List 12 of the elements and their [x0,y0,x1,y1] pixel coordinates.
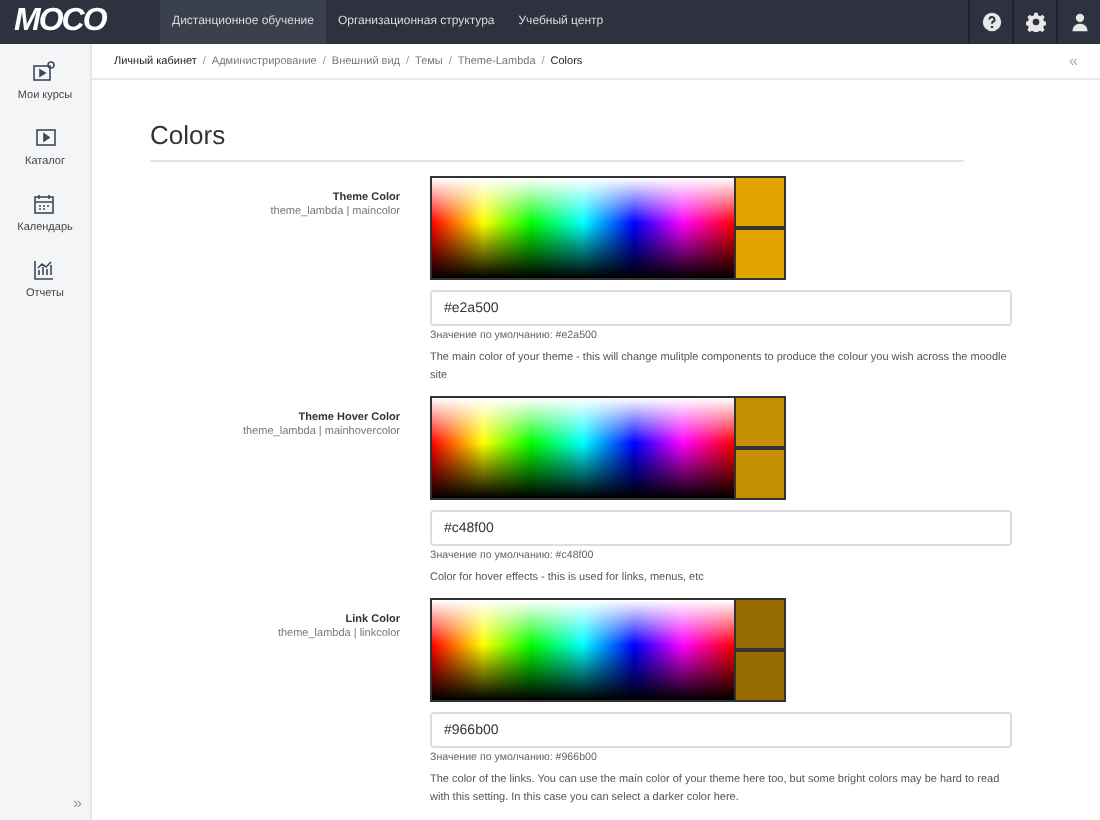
video-course-icon [32,60,57,84]
help-icon [981,12,1001,32]
video-icon [33,126,57,150]
settings-icon [1025,12,1045,32]
color-gradient-picker[interactable] [430,598,736,702]
bar-chart-icon [32,258,57,282]
color-gradient-picker[interactable] [430,176,736,280]
page-title: Colors [150,120,964,162]
user-icon [1069,12,1089,32]
color-gradient-picker[interactable] [430,396,736,500]
logo[interactable]: MOCO [0,0,160,44]
calendar-icon [32,192,57,216]
